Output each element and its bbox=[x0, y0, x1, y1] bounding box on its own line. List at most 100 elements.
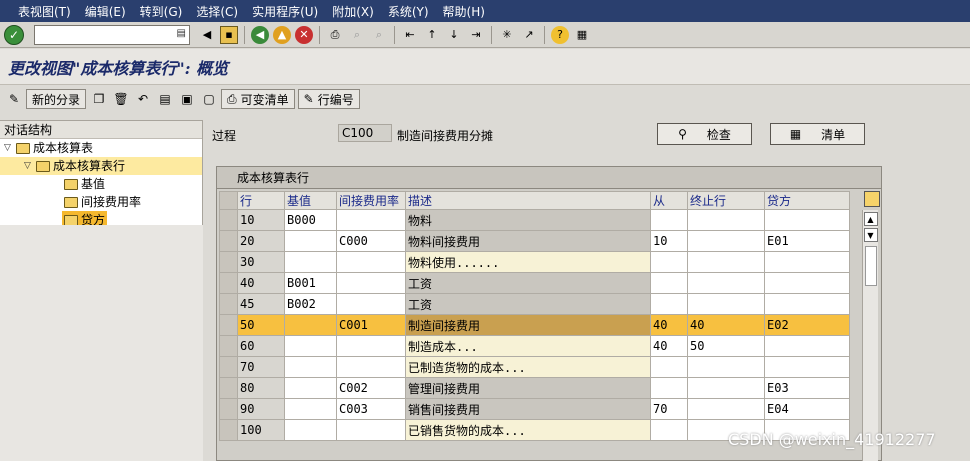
list-button[interactable]: ▦ 清单 bbox=[770, 123, 865, 145]
cell-from[interactable]: 40 bbox=[650, 335, 688, 357]
delete-icon[interactable]: 🗑 bbox=[111, 89, 131, 109]
cell-description[interactable]: 已销售货物的成本... bbox=[405, 419, 651, 441]
cell-from[interactable] bbox=[650, 272, 688, 294]
cell-credit[interactable] bbox=[764, 209, 850, 231]
cell-row-number[interactable]: 80 bbox=[237, 377, 285, 399]
layout-menu-icon[interactable]: ▦ bbox=[573, 26, 591, 44]
tree-node-base[interactable]: 基值 bbox=[0, 175, 202, 193]
cell-credit[interactable] bbox=[764, 272, 850, 294]
row-selector[interactable] bbox=[219, 209, 238, 231]
cell-overhead-rate[interactable] bbox=[336, 335, 406, 357]
cell-credit[interactable] bbox=[764, 335, 850, 357]
cell-to-row[interactable] bbox=[687, 209, 765, 231]
column-header-base[interactable]: 基值 bbox=[284, 191, 337, 210]
cell-overhead-rate[interactable] bbox=[336, 356, 406, 378]
menu-item[interactable]: 选择(C) bbox=[196, 3, 238, 20]
save-icon[interactable]: ▪ bbox=[220, 25, 238, 44]
select-all-cell[interactable] bbox=[219, 191, 238, 210]
cell-from[interactable]: 40 bbox=[650, 314, 688, 336]
cell-base[interactable] bbox=[284, 419, 337, 441]
cell-overhead-rate[interactable]: C000 bbox=[336, 230, 406, 252]
menu-item[interactable]: 附加(X) bbox=[332, 3, 374, 20]
table-row[interactable]: 45 B002 工资 bbox=[219, 293, 850, 315]
menu-item[interactable]: 表视图(T) bbox=[18, 3, 71, 20]
cell-credit[interactable]: E04 bbox=[764, 398, 850, 420]
cell-row-number[interactable]: 90 bbox=[237, 398, 285, 420]
cell-overhead-rate[interactable] bbox=[336, 293, 406, 315]
cancel-icon[interactable]: ✕ bbox=[295, 25, 313, 44]
cell-description[interactable]: 管理间接费用 bbox=[405, 377, 651, 399]
cell-overhead-rate[interactable] bbox=[336, 272, 406, 294]
row-selector[interactable] bbox=[219, 272, 238, 294]
cell-credit[interactable] bbox=[764, 293, 850, 315]
row-selector[interactable] bbox=[219, 293, 238, 315]
tree-node-overhead-rate[interactable]: 间接费用率 bbox=[0, 193, 202, 211]
tree-node-costing-sheet[interactable]: ▽ 成本核算表 bbox=[0, 139, 202, 157]
variable-list-button[interactable]: ⎙ 可变清单 bbox=[221, 89, 295, 109]
shortcut-icon[interactable]: ↗ bbox=[520, 26, 538, 44]
cell-row-number[interactable]: 45 bbox=[237, 293, 285, 315]
cell-from[interactable] bbox=[650, 209, 688, 231]
cell-to-row[interactable] bbox=[687, 293, 765, 315]
cell-to-row[interactable] bbox=[687, 398, 765, 420]
deselect-all-icon[interactable]: ▢ bbox=[199, 89, 219, 109]
select-block-icon[interactable]: ▣ bbox=[177, 89, 197, 109]
row-selector[interactable] bbox=[219, 419, 238, 441]
row-selector[interactable] bbox=[219, 356, 238, 378]
cell-overhead-rate[interactable]: C001 bbox=[336, 314, 406, 336]
cell-row-number[interactable]: 100 bbox=[237, 419, 285, 441]
table-row[interactable]: 20 C000 物料间接费用 10 E01 bbox=[219, 230, 850, 252]
table-row[interactable]: 30 物料使用...... bbox=[219, 251, 850, 273]
cell-from[interactable]: 10 bbox=[650, 230, 688, 252]
cell-base[interactable] bbox=[284, 251, 337, 273]
vertical-scrollbar[interactable]: ▲ ▼ bbox=[862, 210, 878, 461]
cell-overhead-rate[interactable] bbox=[336, 251, 406, 273]
cell-to-row[interactable]: 50 bbox=[687, 335, 765, 357]
cell-base[interactable]: B002 bbox=[284, 293, 337, 315]
cell-from[interactable] bbox=[650, 293, 688, 315]
dropdown-icon[interactable]: ▤ bbox=[177, 28, 186, 39]
cell-from[interactable] bbox=[650, 377, 688, 399]
cell-base[interactable]: B000 bbox=[284, 209, 337, 231]
cell-description[interactable]: 工资 bbox=[405, 272, 651, 294]
table-row[interactable]: 80 C002 管理间接费用 E03 bbox=[219, 377, 850, 399]
find-next-icon[interactable]: ⌕ bbox=[370, 26, 388, 44]
table-row[interactable]: 50 C001 制造间接费用 40 40 E02 bbox=[219, 314, 850, 336]
cell-to-row[interactable] bbox=[687, 230, 765, 252]
row-selector[interactable] bbox=[219, 398, 238, 420]
cell-to-row[interactable] bbox=[687, 377, 765, 399]
table-row[interactable]: 40 B001 工资 bbox=[219, 272, 850, 294]
cell-overhead-rate[interactable] bbox=[336, 419, 406, 441]
find-icon[interactable]: ⌕ bbox=[348, 26, 366, 44]
cell-base[interactable] bbox=[284, 356, 337, 378]
cell-credit[interactable] bbox=[764, 356, 850, 378]
column-settings-icon[interactable] bbox=[864, 191, 880, 207]
cell-credit[interactable] bbox=[764, 251, 850, 273]
cell-credit[interactable]: E01 bbox=[764, 230, 850, 252]
row-selector[interactable] bbox=[219, 314, 238, 336]
cell-overhead-rate[interactable]: C002 bbox=[336, 377, 406, 399]
cell-base[interactable] bbox=[284, 398, 337, 420]
column-header-overhead-rate[interactable]: 间接费用率 bbox=[336, 191, 406, 210]
print-icon[interactable]: ⎙ bbox=[326, 26, 344, 44]
column-header-to-row[interactable]: 终止行 bbox=[687, 191, 765, 210]
expand-arrow-icon[interactable]: ▽ bbox=[4, 139, 16, 157]
menu-item[interactable]: 系统(Y) bbox=[388, 3, 429, 20]
column-header-from[interactable]: 从 bbox=[650, 191, 688, 210]
cell-to-row[interactable] bbox=[687, 251, 765, 273]
last-page-icon[interactable]: ⇥ bbox=[467, 26, 485, 44]
table-row[interactable]: 60 制造成本... 40 50 bbox=[219, 335, 850, 357]
new-session-icon[interactable]: ✳ bbox=[498, 26, 516, 44]
back-triangle-icon[interactable]: ◀ bbox=[198, 26, 216, 44]
row-selector[interactable] bbox=[219, 377, 238, 399]
cell-credit[interactable]: E03 bbox=[764, 377, 850, 399]
select-all-icon[interactable]: ▤ bbox=[155, 89, 175, 109]
cell-row-number[interactable]: 50 bbox=[237, 314, 285, 336]
menu-item[interactable]: 帮助(H) bbox=[443, 3, 485, 20]
cell-from[interactable] bbox=[650, 419, 688, 441]
cell-row-number[interactable]: 60 bbox=[237, 335, 285, 357]
scrollbar-thumb[interactable] bbox=[864, 246, 877, 286]
column-header-description[interactable]: 描述 bbox=[405, 191, 651, 210]
table-row[interactable]: 90 C003 销售间接费用 70 E04 bbox=[219, 398, 850, 420]
check-button[interactable]: ⚲ 检查 bbox=[657, 123, 752, 145]
